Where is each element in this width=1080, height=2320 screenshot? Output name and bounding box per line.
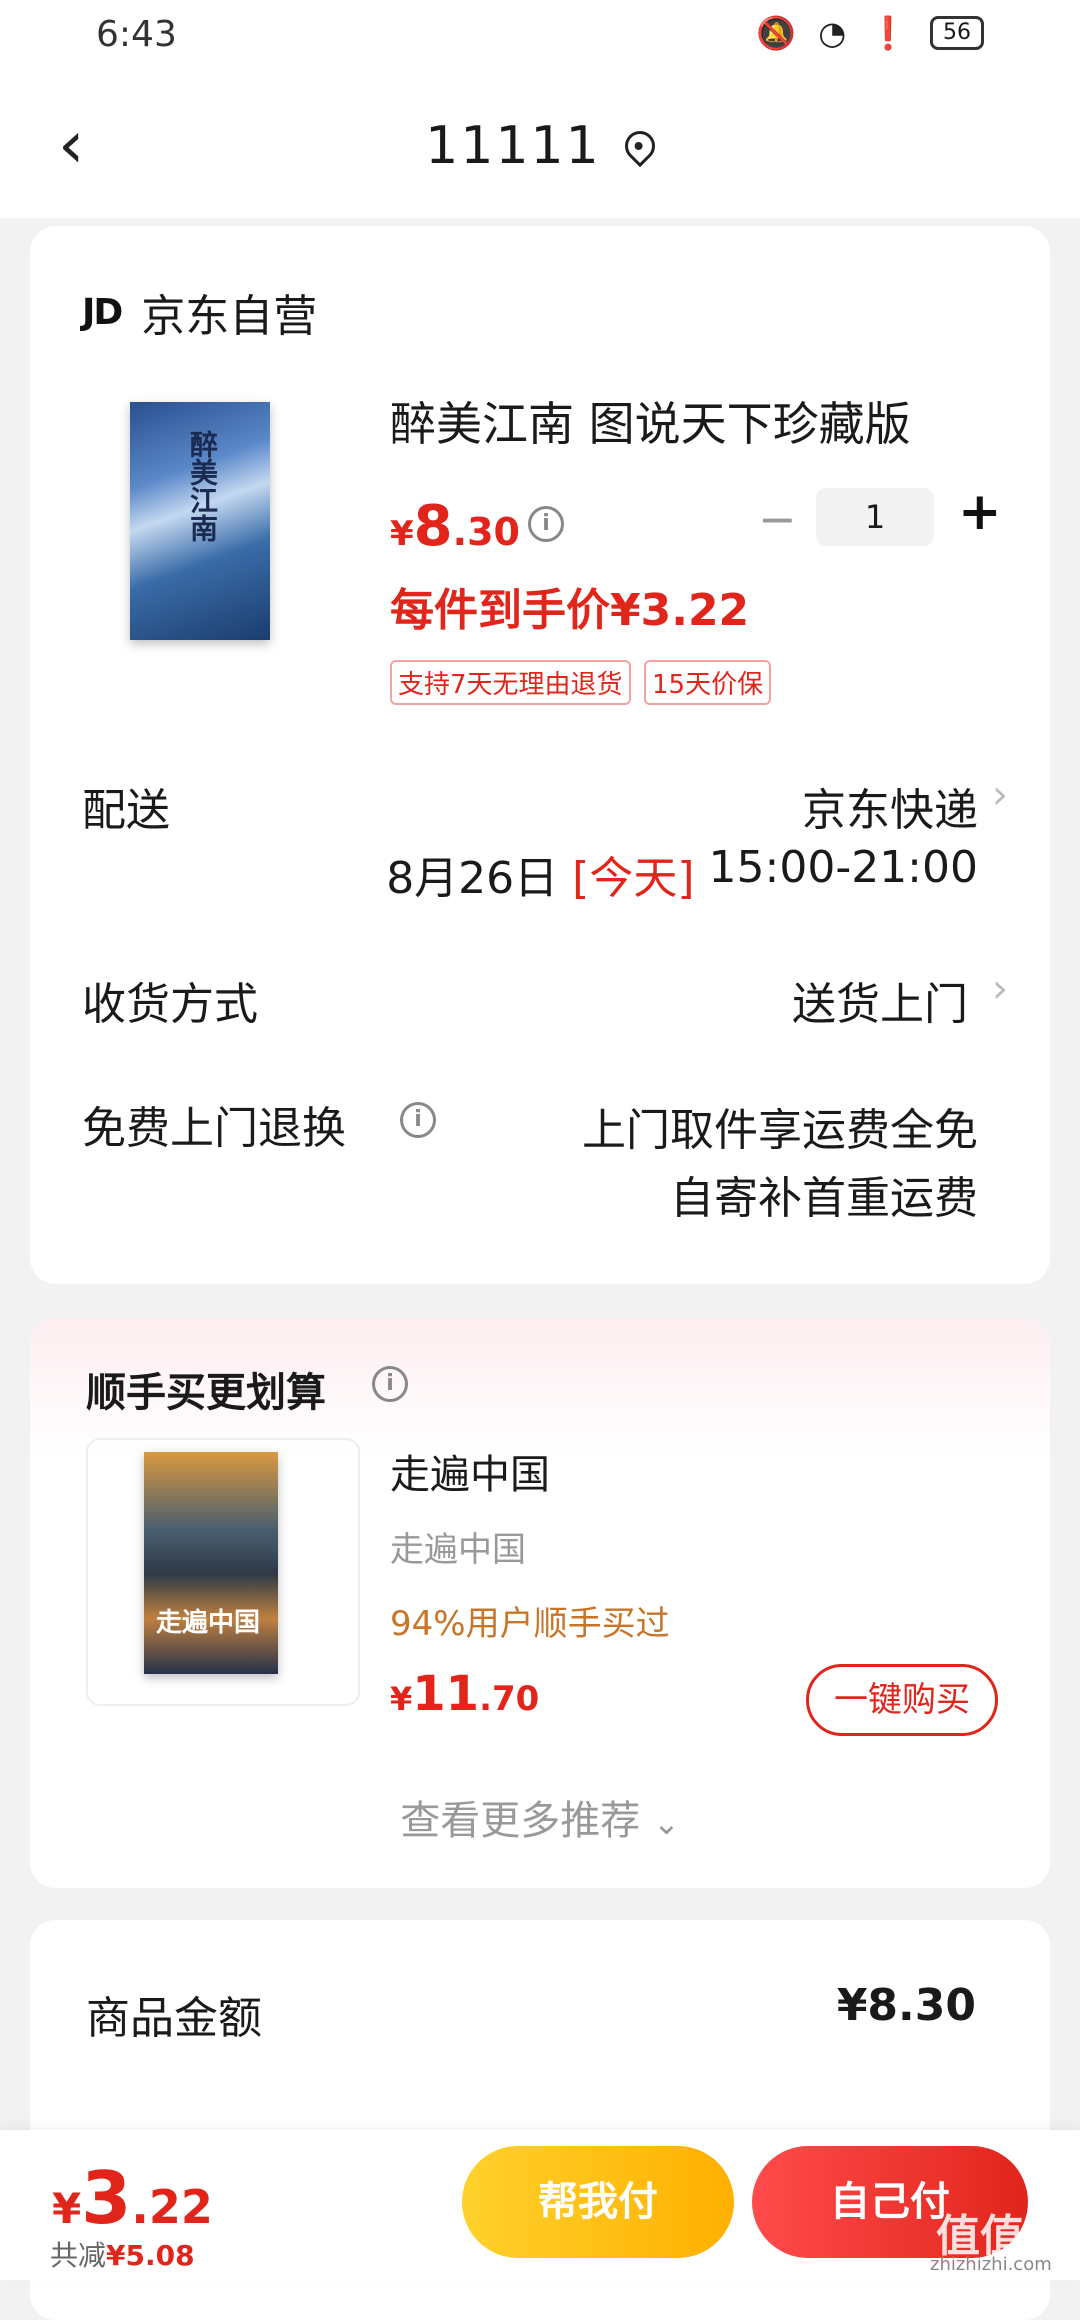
price-protect-tag: 15天价保 [644,660,772,705]
location-pin-icon [618,124,661,168]
saved-value: ¥5.08 [106,2239,195,2272]
price-int: 8 [413,494,453,559]
price-dec: .30 [452,510,520,554]
more-recommend-label: 查看更多推荐 [400,1798,641,1844]
quantity-minus-button[interactable]: − [758,492,797,546]
recommend-card: 顺手买更划算 i 走遍中国 走遍中国 走遍中国 94%用户顺手买过 ¥11.70… [30,1318,1050,1888]
promo-price: 每件到手价¥3.22 [390,585,750,636]
recommend-title: 顺手买更划算 [86,1370,326,1416]
recommend-name[interactable]: 走遍中国 [390,1442,550,1500]
receive-value[interactable]: 送货上门 [792,968,968,1032]
return-label: 免费上门退换 [82,1103,346,1154]
recommend-info-icon[interactable]: i [372,1366,408,1402]
price-symbol: ¥ [390,1680,413,1718]
battery-icon: 56 [930,16,984,50]
recommend-subtitle: 走遍中国 [390,1530,526,1570]
recommend-cover-title: 走遍中国 [156,1608,261,1638]
more-recommend-link[interactable]: 查看更多推荐 ⌄ [30,1788,1050,1846]
mute-icon: 🔕 [756,14,797,52]
delivery-time-range: 15:00-21:00 [708,842,978,893]
jd-logo-icon: JD [82,291,123,333]
return-policy-tag: 支持7天无理由退货 [390,660,631,705]
recommend-stat: 94%用户顺手买过 [390,1604,670,1644]
recommend-price: ¥11.70 [390,1666,539,1722]
total-price: ¥3.22 [52,2156,213,2240]
saved-amount: 共减¥5.08 [50,2234,195,2274]
receive-chevron-icon[interactable]: › [992,966,1008,1012]
delivery-chevron-icon[interactable]: › [992,772,1008,818]
price-symbol: ¥ [390,514,414,554]
chevron-down-icon: ⌄ [652,1804,680,1842]
price-info-icon[interactable]: i [528,506,564,542]
delivery-date: 8月26日 [386,853,559,904]
product-price: ¥8.30 [390,494,520,559]
status-bar: 6:43 🔕 ◔ ❗ 56 [0,0,1080,76]
product-image[interactable]: 醉美江南 [130,402,270,640]
product-name[interactable]: 醉美江南 图说天下珍藏版 [390,388,911,454]
signal-alert-icon: ❗ [868,14,908,52]
wifi-icon: ◔ [818,14,847,52]
delivery-time[interactable]: 8月26日 [今天] 15:00-21:00 [386,842,978,906]
quantity-input[interactable]: 1 [816,488,934,546]
quantity-plus-button[interactable]: + [958,482,1002,542]
seller-header: JD 京东自营 [82,280,317,344]
price-dec: .70 [479,1679,540,1719]
bottom-bar: ¥3.22 共减¥5.08 帮我付 自己付 值值值 zhizhizhi.com [0,2130,1080,2280]
delivery-carrier[interactable]: 京东快递 [802,774,978,838]
total-dec: .22 [131,2180,213,2234]
status-time: 6:43 [96,14,177,55]
goods-amount-value: ¥8.30 [836,1980,976,2031]
product-cover-title: 醉美江南 [186,430,219,542]
seller-name: 京东自营 [141,291,318,342]
address-title[interactable]: 11111 [0,116,1080,176]
help-pay-button[interactable]: 帮我付 [462,2146,734,2258]
price-symbol: ¥ [52,2184,82,2233]
one-click-buy-button[interactable]: 一键购买 [806,1664,998,1736]
receive-label: 收货方式 [82,979,258,1030]
delivery-label: 配送 [82,785,170,836]
status-icons: 🔕 ◔ ❗ 56 [756,14,984,52]
header: ‹ 11111 [0,76,1080,218]
watermark-url: zhizhizhi.com [930,2254,1052,2275]
total-int: 3 [81,2156,132,2240]
delivery-today: [今天] [572,853,695,904]
page-title: 11111 [425,116,601,176]
return-info-icon[interactable]: i [400,1102,436,1138]
goods-amount-label: 商品金额 [86,1993,262,2044]
order-card: JD 京东自营 醉美江南 醉美江南 图说天下珍藏版 ¥8.30 i − 1 + … [30,226,1050,1284]
return-line1: 上门取件享运费全免 [582,1105,978,1156]
recommend-image[interactable]: 走遍中国 [144,1452,278,1674]
price-int: 11 [412,1666,480,1722]
saved-label: 共减 [50,2239,107,2272]
return-line2: 自寄补首重运费 [670,1173,978,1224]
